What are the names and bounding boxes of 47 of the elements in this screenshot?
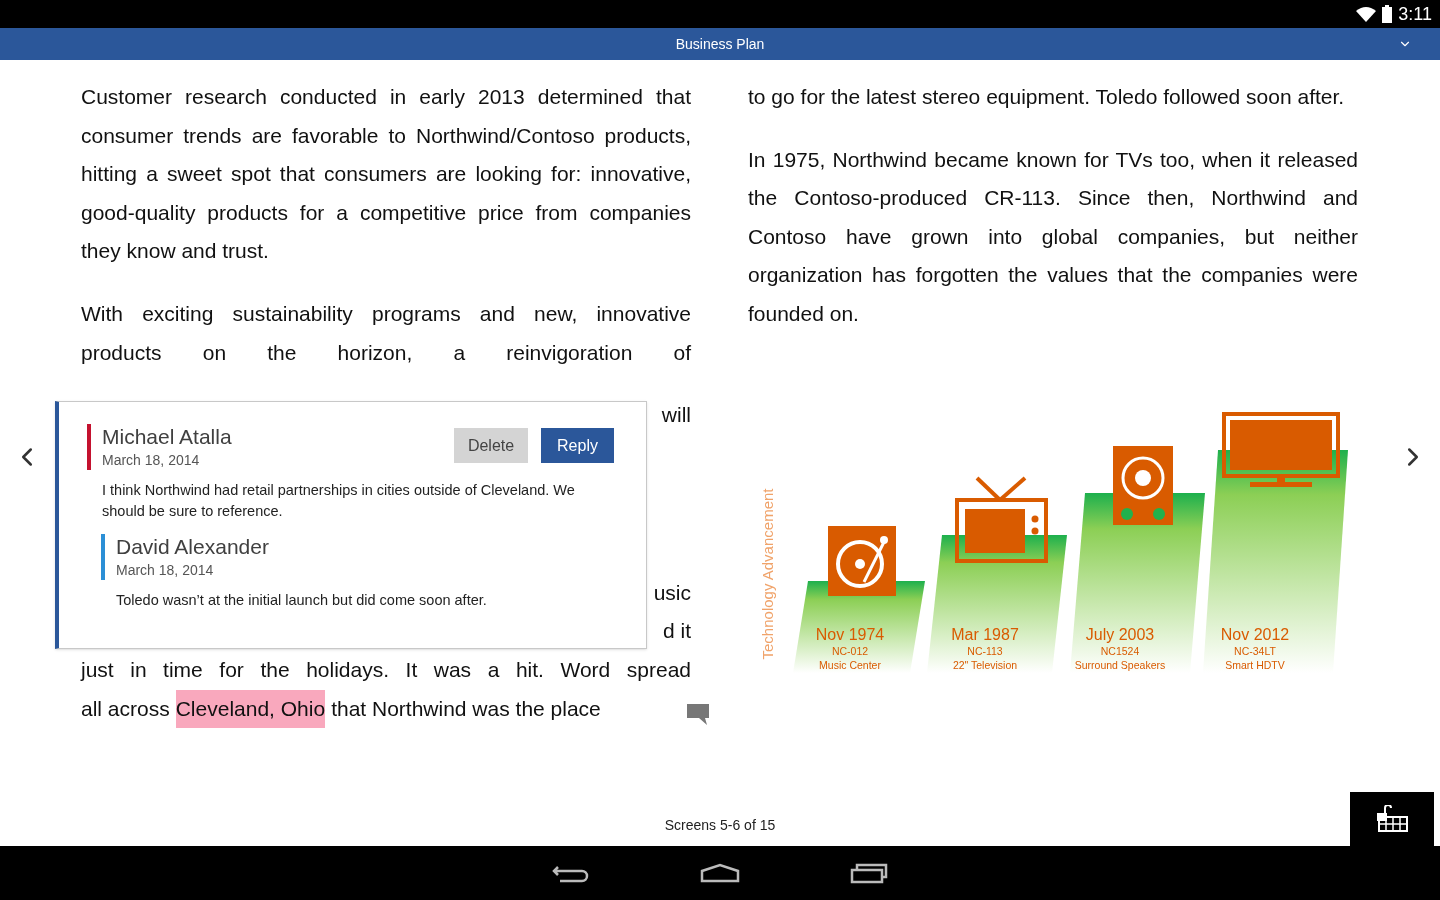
- document-title: Business Plan: [675, 34, 765, 54]
- recent-apps-icon[interactable]: [850, 862, 888, 884]
- keyboard-button[interactable]: [1350, 792, 1434, 846]
- body-paragraph: Customer research conducted in early 2013 determined that consumer trends are favorable to Northwind/Contoso products, hitting a sweet spot that consumers are looking for: innovative, good-quality products for a competitive price from companies they know and trust.: [81, 84, 691, 265]
- comment-text: I think Northwind had retail partnerships in cities outside of Cleveland. We should be sure to reference.: [102, 481, 576, 522]
- step-model: NC1524: [1100, 644, 1140, 657]
- axis-label: Technology Advancement: [759, 488, 776, 660]
- body-text-fragment: usic: [653, 579, 691, 606]
- status-time: 3:11: [1398, 2, 1432, 26]
- body-text: all across: [81, 695, 170, 722]
- comment-date: March 18, 2014: [116, 561, 215, 581]
- turntable-icon: [828, 525, 896, 596]
- comment-text: Toledo wasn’t at the initial launch but did come soon after.: [116, 591, 488, 611]
- body-paragraph: to go for the latest stereo equipment. Toledo followed soon after.: [748, 84, 1346, 110]
- body-paragraph: In 1975, Northwind became known for TVs too, when it released the Contoso-produced CR-113. Since then, Northwind and Contoso have grown into global companies, but neither organization has forgotten the values that the companies were founded on.: [748, 146, 1358, 327]
- body-paragraph: With exciting sustainability programs and new, innovative products on the horizon, a reinvigoration of: [81, 300, 691, 366]
- step-date: July 2003: [1085, 625, 1155, 643]
- step-date: Nov 1974: [815, 625, 885, 643]
- step-model: NC-113: [967, 644, 1003, 657]
- comment-author: Michael Atalla: [102, 424, 232, 451]
- body-text-fragment: will: [661, 402, 691, 429]
- step-model: NC-34LT: [1234, 644, 1276, 657]
- wifi-icon: [1356, 6, 1377, 22]
- step-name: Smart HDTV: [1225, 658, 1285, 671]
- comment-date: March 18, 2014: [102, 451, 201, 471]
- step-date: Mar 1987: [951, 625, 1019, 643]
- back-icon[interactable]: [552, 863, 590, 883]
- keyboard-icon: [1375, 805, 1409, 833]
- highlighted-text: Cleveland, Ohio: [175, 689, 326, 729]
- body-text: that Northwind was the place: [331, 695, 601, 722]
- speaker-icon: [1113, 445, 1173, 525]
- reply-button[interactable]: Reply: [541, 428, 614, 464]
- comment-icon[interactable]: [687, 703, 709, 725]
- home-icon[interactable]: [700, 863, 740, 883]
- television-icon: [955, 476, 1048, 563]
- step-date: Nov 2012: [1220, 625, 1290, 643]
- comment-author: David Alexander: [116, 534, 269, 561]
- body-text-line: just in time for the holidays. It was a hit. Word spread: [81, 656, 691, 683]
- battery-icon: [1382, 5, 1393, 23]
- step-name: 22" Television: [952, 658, 1018, 671]
- step-name: Surround Speakers: [1074, 658, 1166, 671]
- delete-button[interactable]: Delete: [454, 428, 528, 464]
- step-name: Music Center: [819, 658, 881, 671]
- step-model: NC-012: [831, 644, 869, 657]
- body-text-fragment: d it: [663, 618, 691, 645]
- monitor-icon: [1222, 411, 1340, 487]
- page-indicator: Screens 5-6 of 15: [664, 816, 776, 835]
